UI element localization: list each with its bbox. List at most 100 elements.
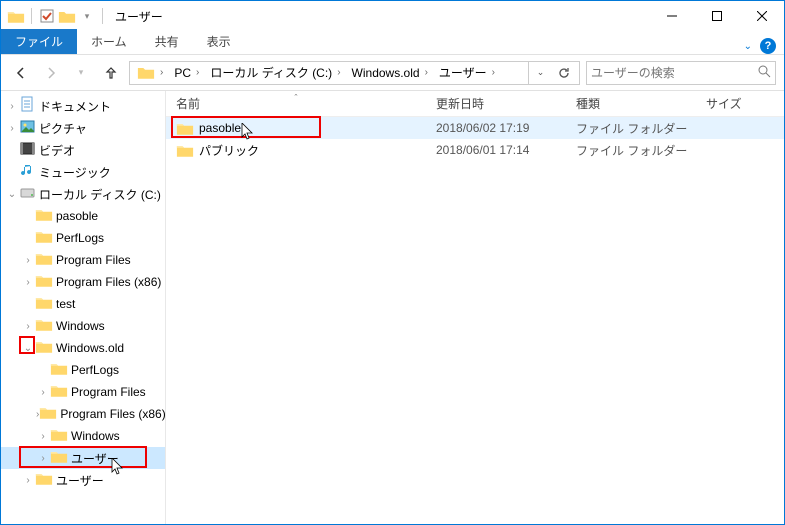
tree-icon	[50, 449, 68, 467]
tree-item[interactable]: › Program Files	[1, 249, 165, 271]
tree-chevron-icon[interactable]: ›	[36, 453, 50, 464]
column-size[interactable]: サイズ	[696, 95, 784, 112]
tree-item[interactable]: test	[1, 293, 165, 315]
tree-icon	[50, 383, 68, 401]
search-box[interactable]	[586, 61, 776, 85]
qat-folder-icon[interactable]	[58, 7, 76, 25]
column-headers[interactable]: 名前ˆ 更新日時 種類 サイズ	[166, 91, 784, 117]
tree-item[interactable]: › ドキュメント	[1, 95, 165, 117]
breadcrumb[interactable]: › PC› ローカル ディスク (C:)› Windows.old› ユーザー›…	[129, 61, 580, 85]
tree-item[interactable]: PerfLogs	[1, 359, 165, 381]
tree-icon	[35, 251, 53, 269]
tree-icon	[50, 427, 68, 445]
tree-label: Program Files (x86)	[60, 407, 165, 421]
address-bar: ▾ › PC› ローカル ディスク (C:)› Windows.old› ユーザ…	[1, 55, 784, 91]
tree-item[interactable]: › Program Files	[1, 381, 165, 403]
tree-icon	[19, 96, 36, 116]
tree-item[interactable]: ›Windows	[1, 315, 165, 337]
tree-item[interactable]: ビデオ	[1, 139, 165, 161]
tree-item[interactable]: › ピクチャ	[1, 117, 165, 139]
tab-view[interactable]: 表示	[193, 29, 245, 54]
tree-label: Program Files	[71, 385, 146, 399]
breadcrumb-segment: Windows.old›	[348, 62, 434, 84]
tree-icon	[19, 184, 36, 204]
window-title: ユーザー	[115, 8, 163, 25]
breadcrumb-segment: PC›	[170, 62, 205, 84]
tree-item[interactable]: ⌄ Windows.old	[1, 337, 165, 359]
tree-chevron-icon[interactable]: ›	[21, 255, 35, 266]
tree-chevron-icon[interactable]: ›	[5, 123, 19, 134]
tree-item[interactable]: › ユーザー	[1, 447, 165, 469]
tree-icon	[35, 471, 53, 489]
close-button[interactable]	[739, 1, 784, 31]
tree-icon	[19, 118, 36, 138]
up-button[interactable]	[99, 61, 123, 85]
column-name: 名前ˆ	[166, 95, 426, 112]
tree-icon	[35, 339, 53, 357]
file-name: パブリック	[199, 142, 259, 159]
tree-label: Program Files	[56, 253, 131, 267]
forward-button[interactable]	[39, 61, 63, 85]
tree-icon	[50, 361, 68, 379]
qat-checkbox-icon[interactable]	[38, 7, 56, 25]
tree-chevron-icon[interactable]: ›	[36, 431, 50, 442]
help-icon[interactable]: ?	[760, 38, 776, 54]
column-date[interactable]: 更新日時	[426, 95, 566, 112]
search-icon[interactable]	[758, 65, 771, 81]
tree-item[interactable]: ›Program Files (x86)	[1, 403, 165, 425]
tree-label: ミュージック	[39, 164, 111, 181]
tree-chevron-icon[interactable]: ⌄	[21, 343, 35, 354]
search-input[interactable]	[591, 66, 758, 80]
tree-item[interactable]: pasoble	[1, 205, 165, 227]
tree-label: Windows.old	[56, 341, 124, 355]
tree-chevron-icon[interactable]: ›	[5, 101, 19, 112]
back-button[interactable]	[9, 61, 33, 85]
tree-item[interactable]: ミュージック	[1, 161, 165, 183]
file-list[interactable]: pasoble2018/06/02 17:19ファイル フォルダーパブリック 20…	[166, 117, 784, 524]
tree-label: ピクチャ	[39, 120, 87, 137]
tree-item[interactable]: ⌄ローカル ディスク (C:)	[1, 183, 165, 205]
tree-label: ユーザー	[71, 450, 119, 467]
tree-item[interactable]: ›Windows	[1, 425, 165, 447]
tree-label: ビデオ	[39, 142, 75, 159]
address-dropdown-icon[interactable]: ⌄	[528, 62, 552, 84]
tab-share[interactable]: 共有	[141, 29, 193, 54]
tree-chevron-icon[interactable]: ›	[36, 387, 50, 398]
tree-chevron-icon[interactable]: ⌄	[5, 189, 19, 200]
tree-item[interactable]: › ユーザー	[1, 469, 165, 491]
tree-item[interactable]: ›Program Files (x86)	[1, 271, 165, 293]
column-type[interactable]: 種類	[566, 95, 696, 112]
maximize-button[interactable]	[694, 1, 739, 31]
tree-label: ユーザー	[56, 472, 104, 489]
file-date: 2018/06/01 17:14	[426, 143, 566, 157]
tree-label: test	[56, 297, 75, 311]
tree-icon	[35, 317, 53, 335]
tree-chevron-icon[interactable]: ›	[21, 475, 35, 486]
tree-label: ドキュメント	[39, 98, 111, 115]
qat-dropdown-icon[interactable]: ▾	[78, 7, 96, 25]
tree-icon	[35, 229, 53, 247]
navigation-pane[interactable]: › ドキュメント › ピクチャビデオミュージック ⌄ローカル ディスク (C:) paso…	[1, 91, 166, 524]
ribbon-expand-icon[interactable]: ⌄	[744, 41, 752, 52]
tree-label: pasoble	[56, 209, 98, 223]
tab-home[interactable]: ホーム	[77, 29, 141, 54]
file-row[interactable]: パブリック 2018/06/01 17:14ファイル フォルダー	[166, 139, 784, 161]
file-name: pasoble	[199, 121, 241, 135]
tree-icon	[35, 273, 53, 291]
tree-item[interactable]: PerfLogs	[1, 227, 165, 249]
file-type: ファイル フォルダー	[566, 142, 696, 159]
tree-icon	[35, 295, 53, 313]
sort-asc-icon: ˆ	[295, 93, 298, 103]
recent-dropdown[interactable]: ▾	[69, 61, 93, 85]
file-row[interactable]: pasoble2018/06/02 17:19ファイル フォルダー	[166, 117, 784, 139]
file-type: ファイル フォルダー	[566, 120, 696, 137]
tree-chevron-icon[interactable]: ›	[21, 277, 35, 288]
tree-icon	[35, 207, 53, 225]
refresh-icon[interactable]	[552, 61, 576, 85]
tree-icon	[19, 162, 36, 182]
minimize-button[interactable]	[649, 1, 694, 31]
titlebar: ▾ ユーザー	[1, 1, 784, 31]
tab-file[interactable]: ファイル	[1, 29, 77, 54]
tree-icon	[19, 140, 36, 160]
tree-chevron-icon[interactable]: ›	[21, 321, 35, 332]
